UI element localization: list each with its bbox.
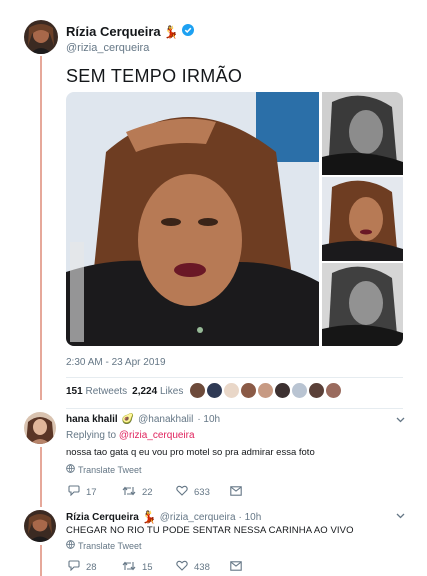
retweet-count: 22 [142,486,153,498]
retweets-count: 151 [66,386,83,397]
author-name[interactable]: Rízia Cerqueira 💃 [66,24,194,39]
reply-actions: 17 22 633 [68,485,284,499]
translate-tweet-link[interactable]: Translate Tweet [66,540,142,551]
tweet-timestamp[interactable]: 2:30 AM - 23 Apr 2019 [66,357,166,368]
likers-avatars [190,383,341,398]
reply-header: Rízia Cerqueira 💃 @rizia_cerqueira · 10h [66,510,261,524]
tweet-stats: 151 Retweets 2,224 Likes [66,386,183,397]
reply-time[interactable]: · 10h [239,512,262,523]
reply-time[interactable]: · 10h [197,414,220,425]
heart-icon [176,560,188,574]
like-button[interactable]: 438 [176,560,230,574]
reply-avatar[interactable] [24,510,56,542]
reply-count: 28 [86,561,97,573]
translate-tweet-link[interactable]: Translate Tweet [66,464,142,475]
reply-icon [68,560,80,574]
direct-message-button[interactable] [230,485,284,499]
retweet-button[interactable]: 22 [122,486,176,499]
reply-author-handle[interactable]: @hanakhalil [138,414,193,425]
retweets-label: Retweets [85,386,128,397]
author-name-text[interactable]: Rízia Cerqueira [66,24,161,39]
author-handle[interactable]: @rizia_cerqueira [66,42,149,54]
tweet-media-grid [66,92,403,346]
tweet-text: SEM TEMPO IRMÃO [66,66,243,86]
liker-avatar[interactable] [207,383,222,398]
liker-avatar[interactable] [309,383,324,398]
retweet-count: 15 [142,561,153,573]
reply-actions: 28 15 438 [68,560,284,574]
reply-author-name[interactable]: hana khalil [66,414,118,425]
retweet-icon [122,486,136,499]
thread-line [40,447,42,507]
author-avatar[interactable] [24,20,58,54]
like-count: 633 [194,486,210,498]
like-count: 438 [194,561,210,573]
likes-count: 2,224 [132,386,158,397]
thread-line [40,56,42,400]
divider [66,377,403,378]
liker-avatar[interactable] [292,383,307,398]
globe-icon [66,464,75,475]
dancer-emoji: 💃 [163,24,179,39]
reply-author-name[interactable]: Rízia Cerqueira [66,512,139,523]
media-photo-bw-3[interactable] [322,263,403,346]
avocado-emoji: 🥑 [121,414,135,425]
verified-badge-icon [181,24,194,39]
thread-line [40,545,42,576]
reply-button[interactable]: 17 [68,485,122,499]
liker-avatar[interactable] [326,383,341,398]
reply-text: nossa tao gata q eu vou pro motel so pra… [66,447,315,458]
retweet-icon [122,561,136,574]
reply-count: 17 [86,486,97,498]
translate-label: Translate Tweet [78,540,142,551]
retweet-button[interactable]: 15 [122,561,176,574]
liker-avatar[interactable] [241,383,256,398]
heart-icon [176,485,188,499]
envelope-icon [230,485,242,499]
media-photo-color-2[interactable] [322,177,403,261]
reply-author-handle[interactable]: @rizia_cerqueira [160,512,236,523]
reply-text: CHEGAR NO RIO TU PODE SENTAR NESSA CARIN… [66,525,354,536]
reply-button[interactable]: 28 [68,560,122,574]
liker-avatar[interactable] [275,383,290,398]
reply-header: hana khalil 🥑 @hanakhalil · 10h [66,414,220,425]
like-button[interactable]: 633 [176,485,230,499]
chevron-down-icon[interactable] [396,511,405,521]
likes-label: Likes [159,386,184,397]
liker-avatar[interactable] [224,383,239,398]
likes-stat[interactable]: 2,224 Likes [132,386,183,397]
direct-message-button[interactable] [230,560,284,574]
retweets-stat[interactable]: 151 Retweets [66,386,127,397]
replying-to: Replying to @rizia_cerqueira [66,430,195,441]
media-photo-main[interactable] [66,92,319,346]
divider [66,408,403,409]
chevron-down-icon[interactable] [396,415,405,425]
reply-icon [68,485,80,499]
dancer-emoji: 💃 [141,510,157,524]
reply-avatar[interactable] [24,412,56,444]
liker-avatar[interactable] [258,383,273,398]
media-photo-bw-1[interactable] [322,92,403,175]
translate-label: Translate Tweet [78,464,142,475]
envelope-icon [230,560,242,574]
liker-avatar[interactable] [190,383,205,398]
globe-icon [66,540,75,551]
replying-to-label: Replying to [66,430,117,441]
replying-to-mention[interactable]: @rizia_cerqueira [119,430,195,441]
